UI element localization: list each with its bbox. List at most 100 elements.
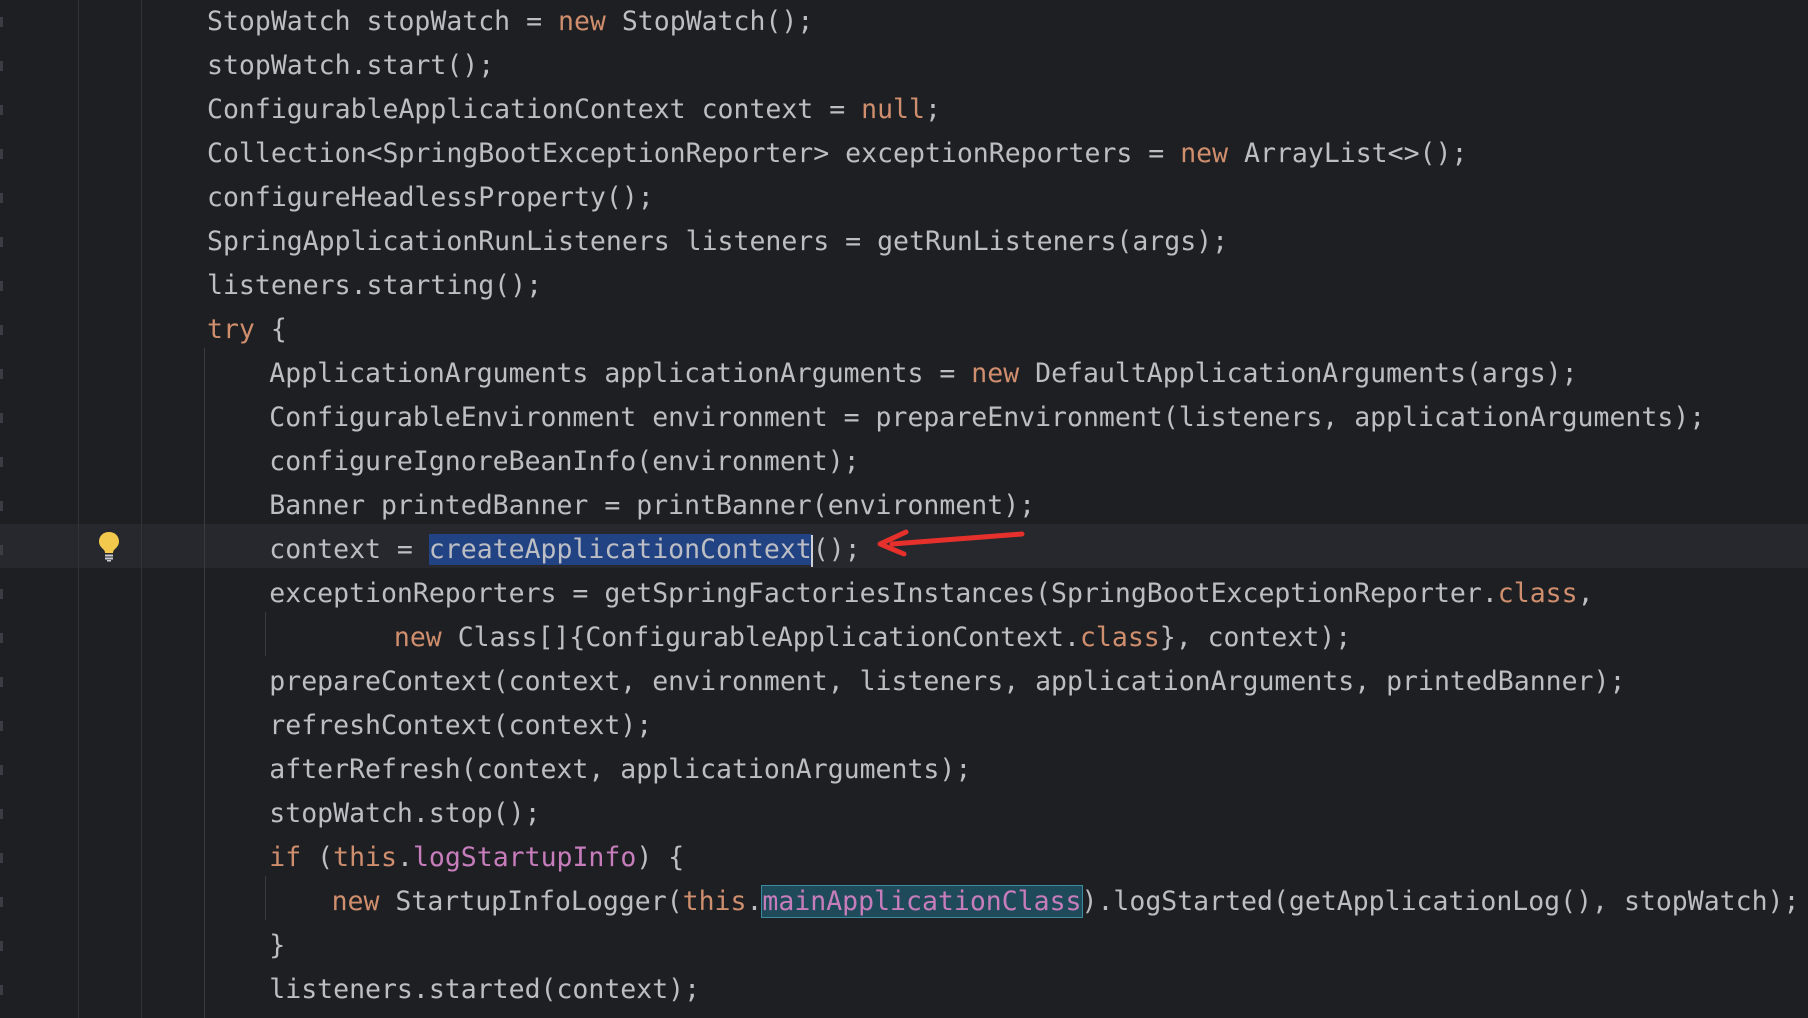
gutter-line-marker[interactable] [0, 589, 3, 599]
code-token[interactable]: , [1578, 578, 1594, 609]
gutter-line-marker[interactable] [0, 721, 3, 731]
lightbulb-icon[interactable] [97, 530, 121, 562]
code-token[interactable]: ApplicationArguments applicationArgument… [269, 358, 971, 389]
code-line[interactable]: SpringApplicationRunListeners listeners … [207, 220, 1228, 264]
code-token[interactable]: refreshContext(context); [269, 710, 652, 741]
code-token[interactable]: stopWatch.stop(); [269, 798, 540, 829]
gutter-line-marker[interactable] [0, 413, 3, 423]
code-line[interactable]: try { [207, 308, 287, 352]
code-line[interactable]: exceptionReporters = getSpringFactoriesI… [269, 572, 1593, 616]
code-token[interactable]: { [255, 314, 287, 345]
keyword-token[interactable]: null [861, 94, 925, 125]
indent-guide [204, 348, 205, 1018]
code-line[interactable]: Collection<SpringBootExceptionReporter> … [207, 132, 1467, 176]
code-line[interactable]: listeners.started(context); [269, 968, 700, 1012]
gutter-line-marker[interactable] [0, 193, 3, 203]
code-line[interactable]: afterRefresh(context, applicationArgumen… [269, 748, 971, 792]
keyword-token[interactable]: new [1180, 138, 1228, 169]
code-token[interactable]: DefaultApplicationArguments(args); [1019, 358, 1577, 389]
code-token[interactable]: StopWatch(); [606, 6, 813, 37]
code-line[interactable]: } [269, 924, 285, 968]
keyword-token[interactable]: new [394, 622, 442, 653]
indent-guide [265, 612, 266, 656]
code-line[interactable]: stopWatch.start(); [207, 44, 494, 88]
code-token[interactable]: ArrayList<>(); [1228, 138, 1467, 169]
gutter-line-marker[interactable] [0, 281, 3, 291]
code-token[interactable]: } [269, 930, 285, 961]
code-token[interactable]: context = [269, 534, 429, 565]
gutter-line-marker[interactable] [0, 369, 3, 379]
code-token[interactable]: exceptionReporters = getSpringFactoriesI… [269, 578, 1498, 609]
keyword-token[interactable]: class [1498, 578, 1578, 609]
gutter-line-marker[interactable] [0, 633, 3, 643]
code-token[interactable]: Class[]{ConfigurableApplicationContext. [442, 622, 1080, 653]
gutter-divider [141, 0, 142, 1018]
code-line[interactable]: listeners.starting(); [207, 264, 542, 308]
gutter-line-marker[interactable] [0, 325, 3, 335]
keyword-token[interactable]: new [971, 358, 1019, 389]
code-token[interactable]: ( [301, 842, 333, 873]
code-line[interactable]: if (this.logStartupInfo) { [269, 836, 684, 880]
code-line[interactable]: ApplicationArguments applicationArgument… [269, 352, 1577, 396]
code-token[interactable]: listeners.starting(); [207, 270, 542, 301]
code-token[interactable]: (); [813, 534, 861, 565]
gutter-line-marker[interactable] [0, 809, 3, 819]
code-token[interactable]: ConfigurableEnvironment environment = pr… [269, 402, 1705, 433]
gutter-line-marker[interactable] [0, 545, 3, 555]
keyword-token[interactable]: new [332, 886, 380, 917]
highlighted-identifier[interactable]: mainApplicationClass [761, 885, 1083, 918]
code-token[interactable]: . [397, 842, 413, 873]
code-token[interactable]: stopWatch.start(); [207, 50, 494, 81]
code-token[interactable]: prepareContext(context, environment, lis… [269, 666, 1625, 697]
code-line[interactable]: stopWatch.stop(); [269, 792, 540, 836]
code-line[interactable]: prepareContext(context, environment, lis… [269, 660, 1625, 704]
field-token[interactable]: logStartupInfo [413, 842, 636, 873]
code-token[interactable]: . [746, 886, 762, 917]
code-line[interactable]: ConfigurableApplicationContext context =… [207, 88, 941, 132]
code-line[interactable]: configureHeadlessProperty(); [207, 176, 654, 220]
gutter-line-marker[interactable] [0, 17, 3, 27]
code-token[interactable]: StartupInfoLogger( [379, 886, 682, 917]
code-line[interactable]: new Class[]{ConfigurableApplicationConte… [394, 616, 1351, 660]
gutter-line-marker[interactable] [0, 457, 3, 467]
gutter-line-marker[interactable] [0, 61, 3, 71]
code-token[interactable]: SpringApplicationRunListeners listeners … [207, 226, 1228, 257]
keyword-token[interactable]: this [683, 886, 747, 917]
gutter-line-marker[interactable] [0, 237, 3, 247]
code-token[interactable]: ).logStarted(getApplicationLog(), stopWa… [1082, 886, 1800, 917]
gutter-line-marker[interactable] [0, 941, 3, 951]
code-token[interactable]: configureIgnoreBeanInfo(environment); [269, 446, 859, 477]
code-token[interactable]: configureHeadlessProperty(); [207, 182, 654, 213]
keyword-token[interactable]: if [269, 842, 301, 873]
keyword-token[interactable]: class [1080, 622, 1160, 653]
gutter-line-marker[interactable] [0, 501, 3, 511]
code-token[interactable]: Banner printedBanner = printBanner(envir… [269, 490, 1035, 521]
gutter-line-marker[interactable] [0, 985, 3, 995]
code-token[interactable]: listeners.started(context); [269, 974, 700, 1005]
code-line[interactable]: configureIgnoreBeanInfo(environment); [269, 440, 859, 484]
gutter-line-marker[interactable] [0, 897, 3, 907]
code-token[interactable]: StopWatch stopWatch = [207, 6, 558, 37]
gutter-line-marker[interactable] [0, 149, 3, 159]
code-editor[interactable]: StopWatch stopWatch = new StopWatch(); st… [0, 0, 1808, 1018]
code-line[interactable]: refreshContext(context); [269, 704, 652, 748]
code-token[interactable]: }, context); [1160, 622, 1351, 653]
code-token[interactable]: ; [925, 94, 941, 125]
keyword-token[interactable]: this [333, 842, 397, 873]
code-token[interactable]: afterRefresh(context, applicationArgumen… [269, 754, 971, 785]
code-line[interactable]: ConfigurableEnvironment environment = pr… [269, 396, 1705, 440]
gutter-line-marker[interactable] [0, 853, 3, 863]
current-code-line[interactable]: context = createApplicationContext(); [269, 528, 861, 572]
code-line[interactable]: StopWatch stopWatch = new StopWatch(); [207, 0, 813, 44]
code-token[interactable]: ConfigurableApplicationContext context = [207, 94, 861, 125]
code-token[interactable]: ) { [636, 842, 684, 873]
keyword-token[interactable]: try [207, 314, 255, 345]
gutter-line-marker[interactable] [0, 105, 3, 115]
gutter-divider [78, 0, 79, 1018]
selected-identifier[interactable]: createApplicationContext [428, 534, 812, 565]
code-line[interactable]: new StartupInfoLogger(this.mainApplicati… [332, 880, 1800, 924]
keyword-token[interactable]: new [558, 6, 606, 37]
gutter-line-marker[interactable] [0, 765, 3, 775]
gutter-line-marker[interactable] [0, 677, 3, 687]
code-token[interactable]: Collection<SpringBootExceptionReporter> … [207, 138, 1180, 169]
